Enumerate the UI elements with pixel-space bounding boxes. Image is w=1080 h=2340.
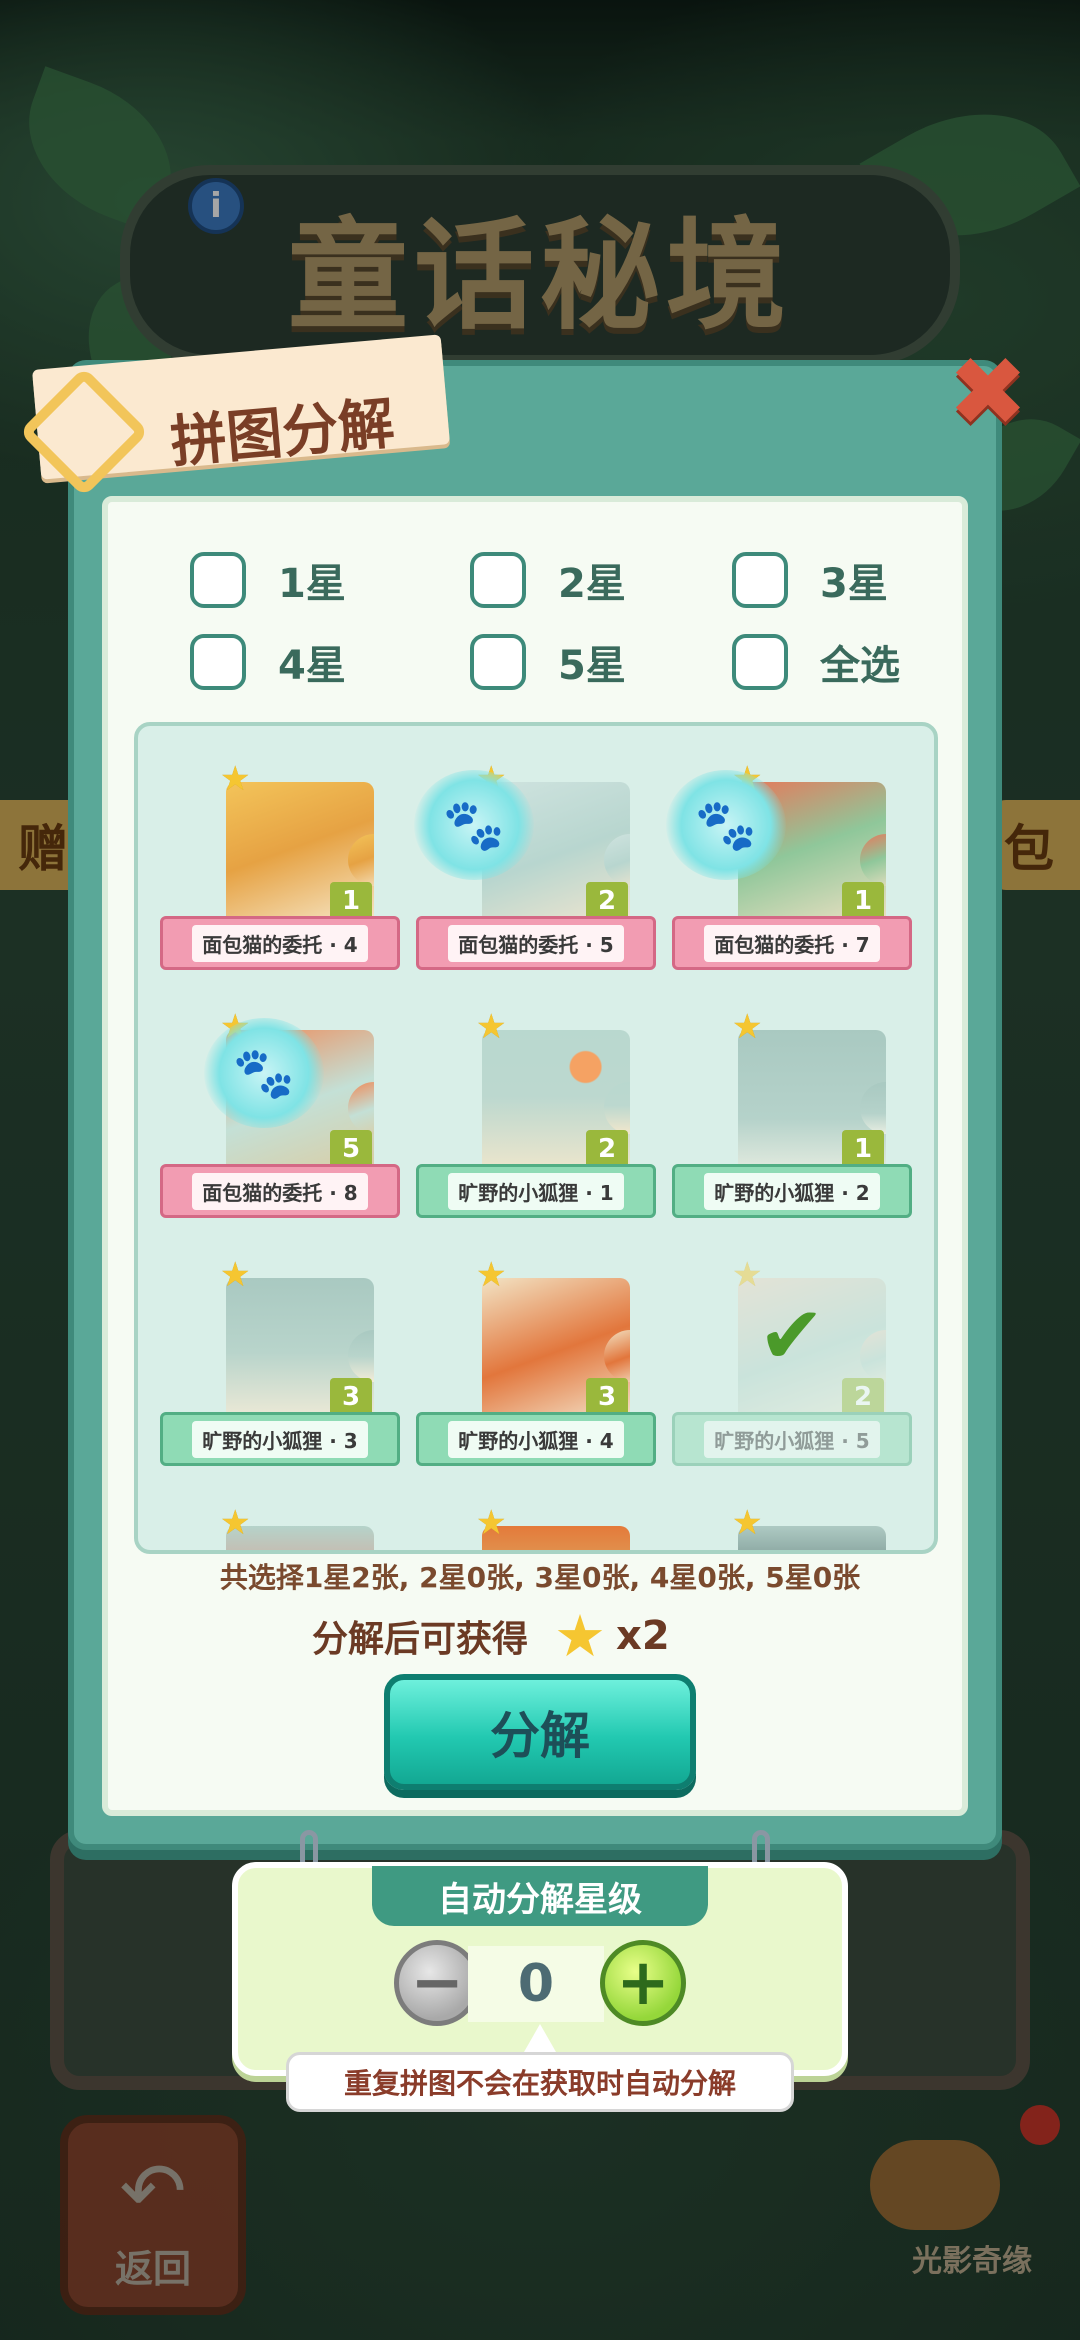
decompose-button[interactable]: 分解	[384, 1674, 696, 1790]
filter-1-star[interactable]: 1星	[190, 552, 346, 608]
reward-row: 分解后可获得 ★ x2	[312, 1606, 670, 1666]
puzzle-card[interactable]: ★ 1 面包猫的委托 · 4	[154, 730, 404, 980]
puzzle-card-partial[interactable]: ★	[154, 1474, 404, 1550]
count-badge: 1	[842, 882, 884, 920]
card-ribbon: 旷野的小狐狸 · 1	[416, 1164, 656, 1218]
paw-icon: 🐾	[204, 1018, 324, 1128]
star-icon: ★	[220, 759, 251, 799]
puzzle-card[interactable]: ★ 3 旷野的小狐狸 · 4	[410, 1226, 660, 1476]
checkbox[interactable]	[470, 552, 526, 608]
card-name: 面包猫的委托 · 7	[704, 924, 880, 962]
puzzle-card[interactable]: ★ 3 旷野的小狐狸 · 3	[154, 1226, 404, 1476]
card-name: 旷野的小狐狸 · 1	[448, 1172, 624, 1210]
paw-icon: 🐾	[666, 770, 786, 880]
card-name: 旷野的小狐狸 · 2	[704, 1172, 880, 1210]
auto-decompose-title: 自动分解星级	[372, 1866, 708, 1926]
count-badge: 2	[586, 1130, 628, 1168]
count-badge: 1	[330, 882, 372, 920]
puzzle-card[interactable]: ★ 🐾 5 面包猫的委托 · 8	[154, 978, 404, 1228]
card-ribbon: 旷野的小狐狸 · 5	[672, 1412, 912, 1466]
puzzle-card[interactable]: ★ 1 旷野的小狐狸 · 2	[666, 978, 916, 1228]
filter-label: 全选	[820, 643, 900, 689]
star-icon: ★	[476, 1255, 507, 1295]
puzzle-card-selected[interactable]: ★ 2 旷野的小狐狸 · 5 ✔	[666, 1226, 916, 1476]
increase-level-button[interactable]: +	[600, 1940, 686, 2026]
auto-level-value: 0	[468, 1946, 604, 2022]
card-name: 面包猫的委托 · 5	[448, 924, 624, 962]
card-name: 面包猫的委托 · 8	[192, 1172, 368, 1210]
count-badge: 1	[842, 1130, 884, 1168]
star-icon: ★	[732, 1007, 763, 1047]
filter-label: 3星	[820, 561, 888, 607]
card-ribbon: 面包猫的委托 · 4	[160, 916, 400, 970]
count-badge: 5	[330, 1130, 372, 1168]
star-icon: ★	[476, 1007, 507, 1047]
filter-3-star[interactable]: 3星	[732, 552, 888, 608]
count-badge: 3	[330, 1378, 372, 1416]
checkbox[interactable]	[732, 552, 788, 608]
card-name: 旷野的小狐狸 · 5	[704, 1420, 880, 1458]
filter-label: 1星	[278, 561, 346, 607]
card-ribbon: 面包猫的委托 · 5	[416, 916, 656, 970]
filter-select-all[interactable]: 全选	[732, 634, 900, 690]
count-badge: 3	[586, 1378, 628, 1416]
filter-5-star[interactable]: 5星	[470, 634, 626, 690]
star-icon: ★	[732, 1255, 763, 1295]
checkbox[interactable]	[732, 634, 788, 690]
selection-summary: 共选择1星2张, 2星0张, 3星0张, 4星0张, 5星0张	[219, 1561, 861, 1594]
checkmark-icon: ✔	[758, 1289, 826, 1382]
puzzle-card[interactable]: ★ 2 旷野的小狐狸 · 1	[410, 978, 660, 1228]
star-icon: ★	[220, 1255, 251, 1295]
puzzle-card-partial[interactable]: ★	[666, 1474, 916, 1550]
card-ribbon: 面包猫的委托 · 7	[672, 916, 912, 970]
tooltip-arrow	[524, 2024, 556, 2052]
puzzle-card-partial[interactable]: ★	[410, 1474, 660, 1550]
filter-2-star[interactable]: 2星	[470, 552, 626, 608]
auto-decompose-tooltip: 重复拼图不会在获取时自动分解	[286, 2052, 794, 2112]
card-name: 旷野的小狐狸 · 4	[448, 1420, 624, 1458]
puzzle-grid[interactable]: ★ 1 面包猫的委托 · 4 ★ 🐾 2 面包猫的委托 · 5 ★ 🐾 1 面包…	[134, 722, 938, 1554]
checkbox[interactable]	[190, 634, 246, 690]
filter-label: 5星	[558, 643, 626, 689]
card-ribbon: 旷野的小狐狸 · 4	[416, 1412, 656, 1466]
puzzle-card[interactable]: ★ 🐾 1 面包猫的委托 · 7	[666, 730, 916, 980]
count-badge: 2	[842, 1378, 884, 1416]
filter-label: 2星	[558, 561, 626, 607]
star-icon: ★	[220, 1503, 251, 1543]
card-name: 旷野的小狐狸 · 3	[192, 1420, 368, 1458]
star-icon: ★	[554, 1602, 607, 1670]
count-badge: 2	[586, 882, 628, 920]
checkbox[interactable]	[470, 634, 526, 690]
card-ribbon: 旷野的小狐狸 · 2	[672, 1164, 912, 1218]
card-name: 面包猫的委托 · 4	[192, 924, 368, 962]
filter-4-star[interactable]: 4星	[190, 634, 346, 690]
reward-label: 分解后可获得	[312, 1619, 529, 1660]
puzzle-card[interactable]: ★ 🐾 2 面包猫的委托 · 5	[410, 730, 660, 980]
card-ribbon: 面包猫的委托 · 8	[160, 1164, 400, 1218]
star-icon: ★	[732, 1503, 763, 1543]
star-icon: ★	[476, 1503, 507, 1543]
checkbox[interactable]	[190, 552, 246, 608]
close-icon[interactable]: ✖	[948, 344, 1028, 440]
reward-amount: x2	[616, 1613, 670, 1659]
paw-icon: 🐾	[414, 770, 534, 880]
card-ribbon: 旷野的小狐狸 · 3	[160, 1412, 400, 1466]
filter-label: 4星	[278, 643, 346, 689]
